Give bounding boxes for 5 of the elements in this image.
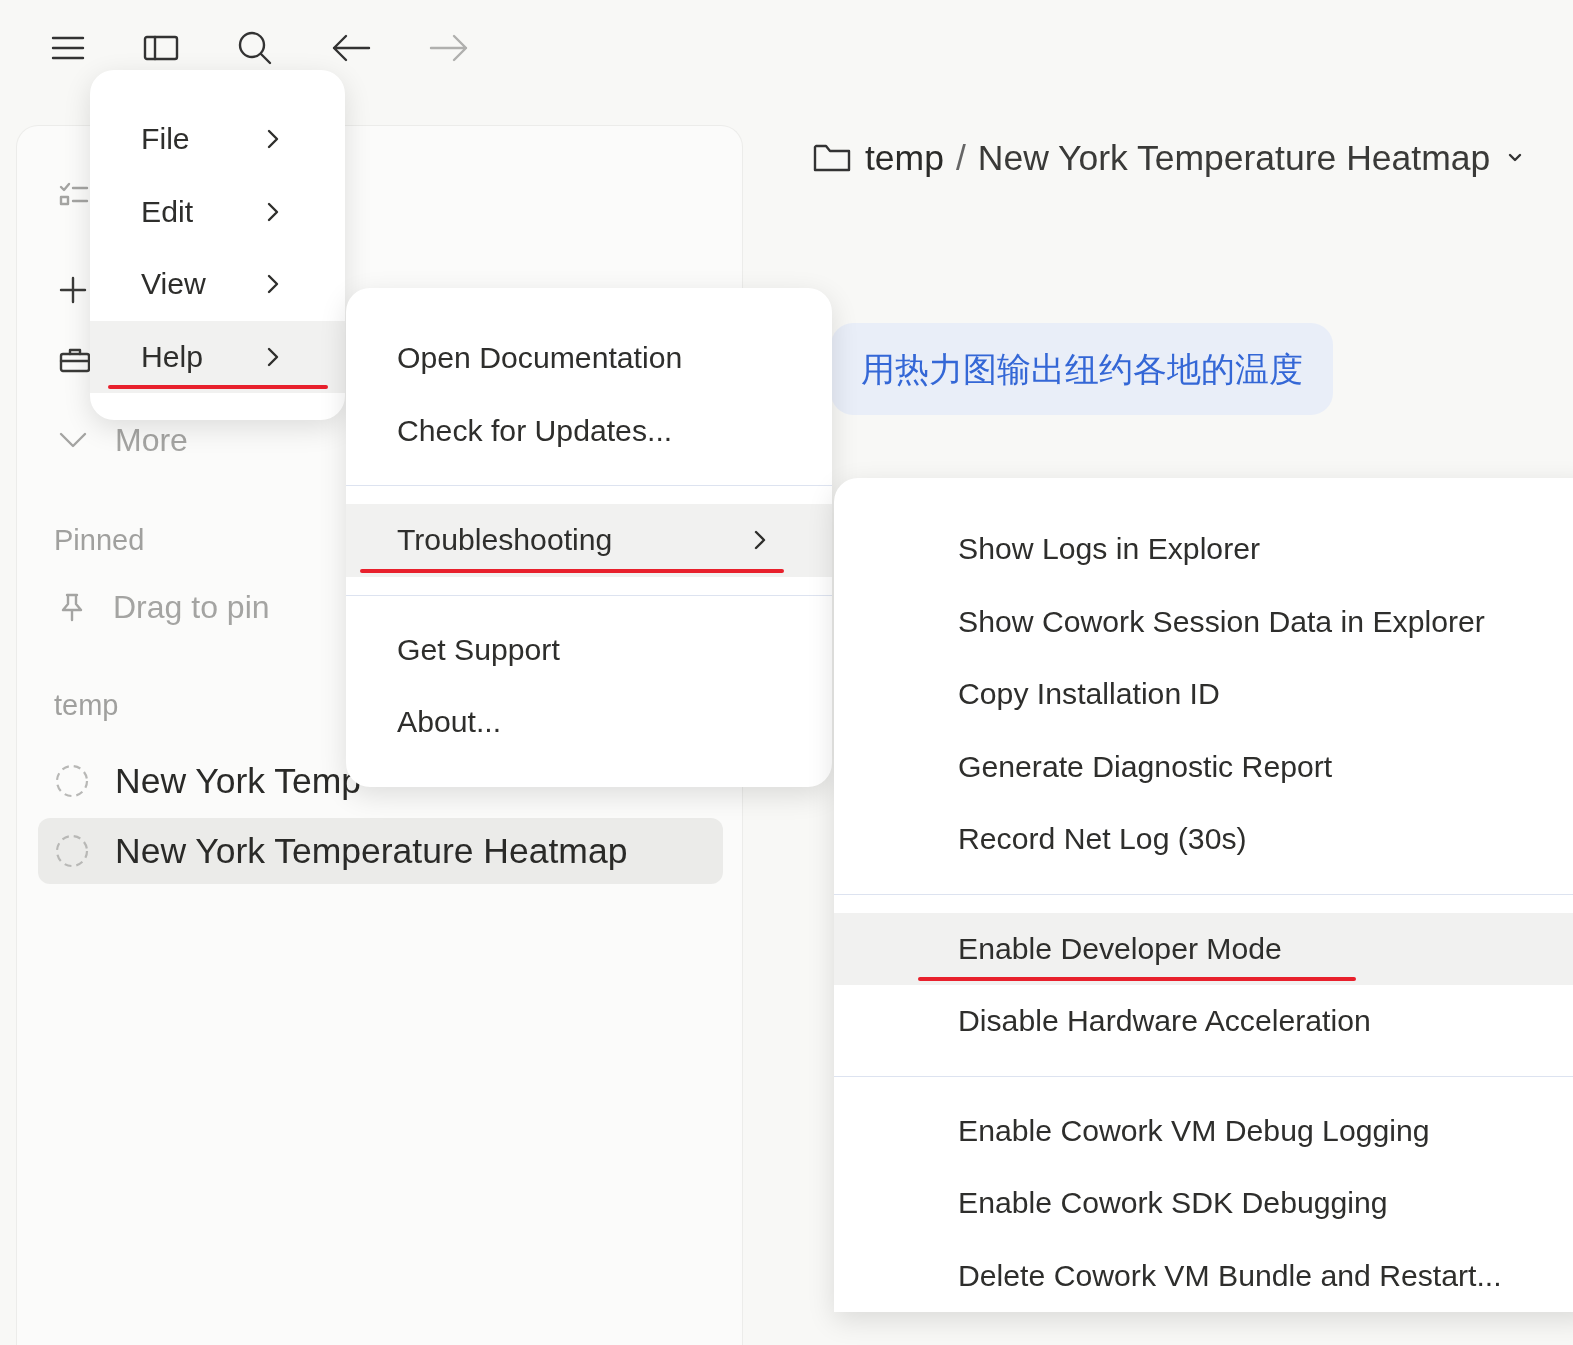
breadcrumb-separator: / <box>955 137 966 179</box>
section-heading: temp <box>54 688 119 723</box>
message-bubble: 用热力图输出纽约各地的温度 <box>831 323 1333 415</box>
section-heading: Pinned <box>54 523 145 558</box>
placeholder-text: Drag to pin <box>113 588 270 626</box>
